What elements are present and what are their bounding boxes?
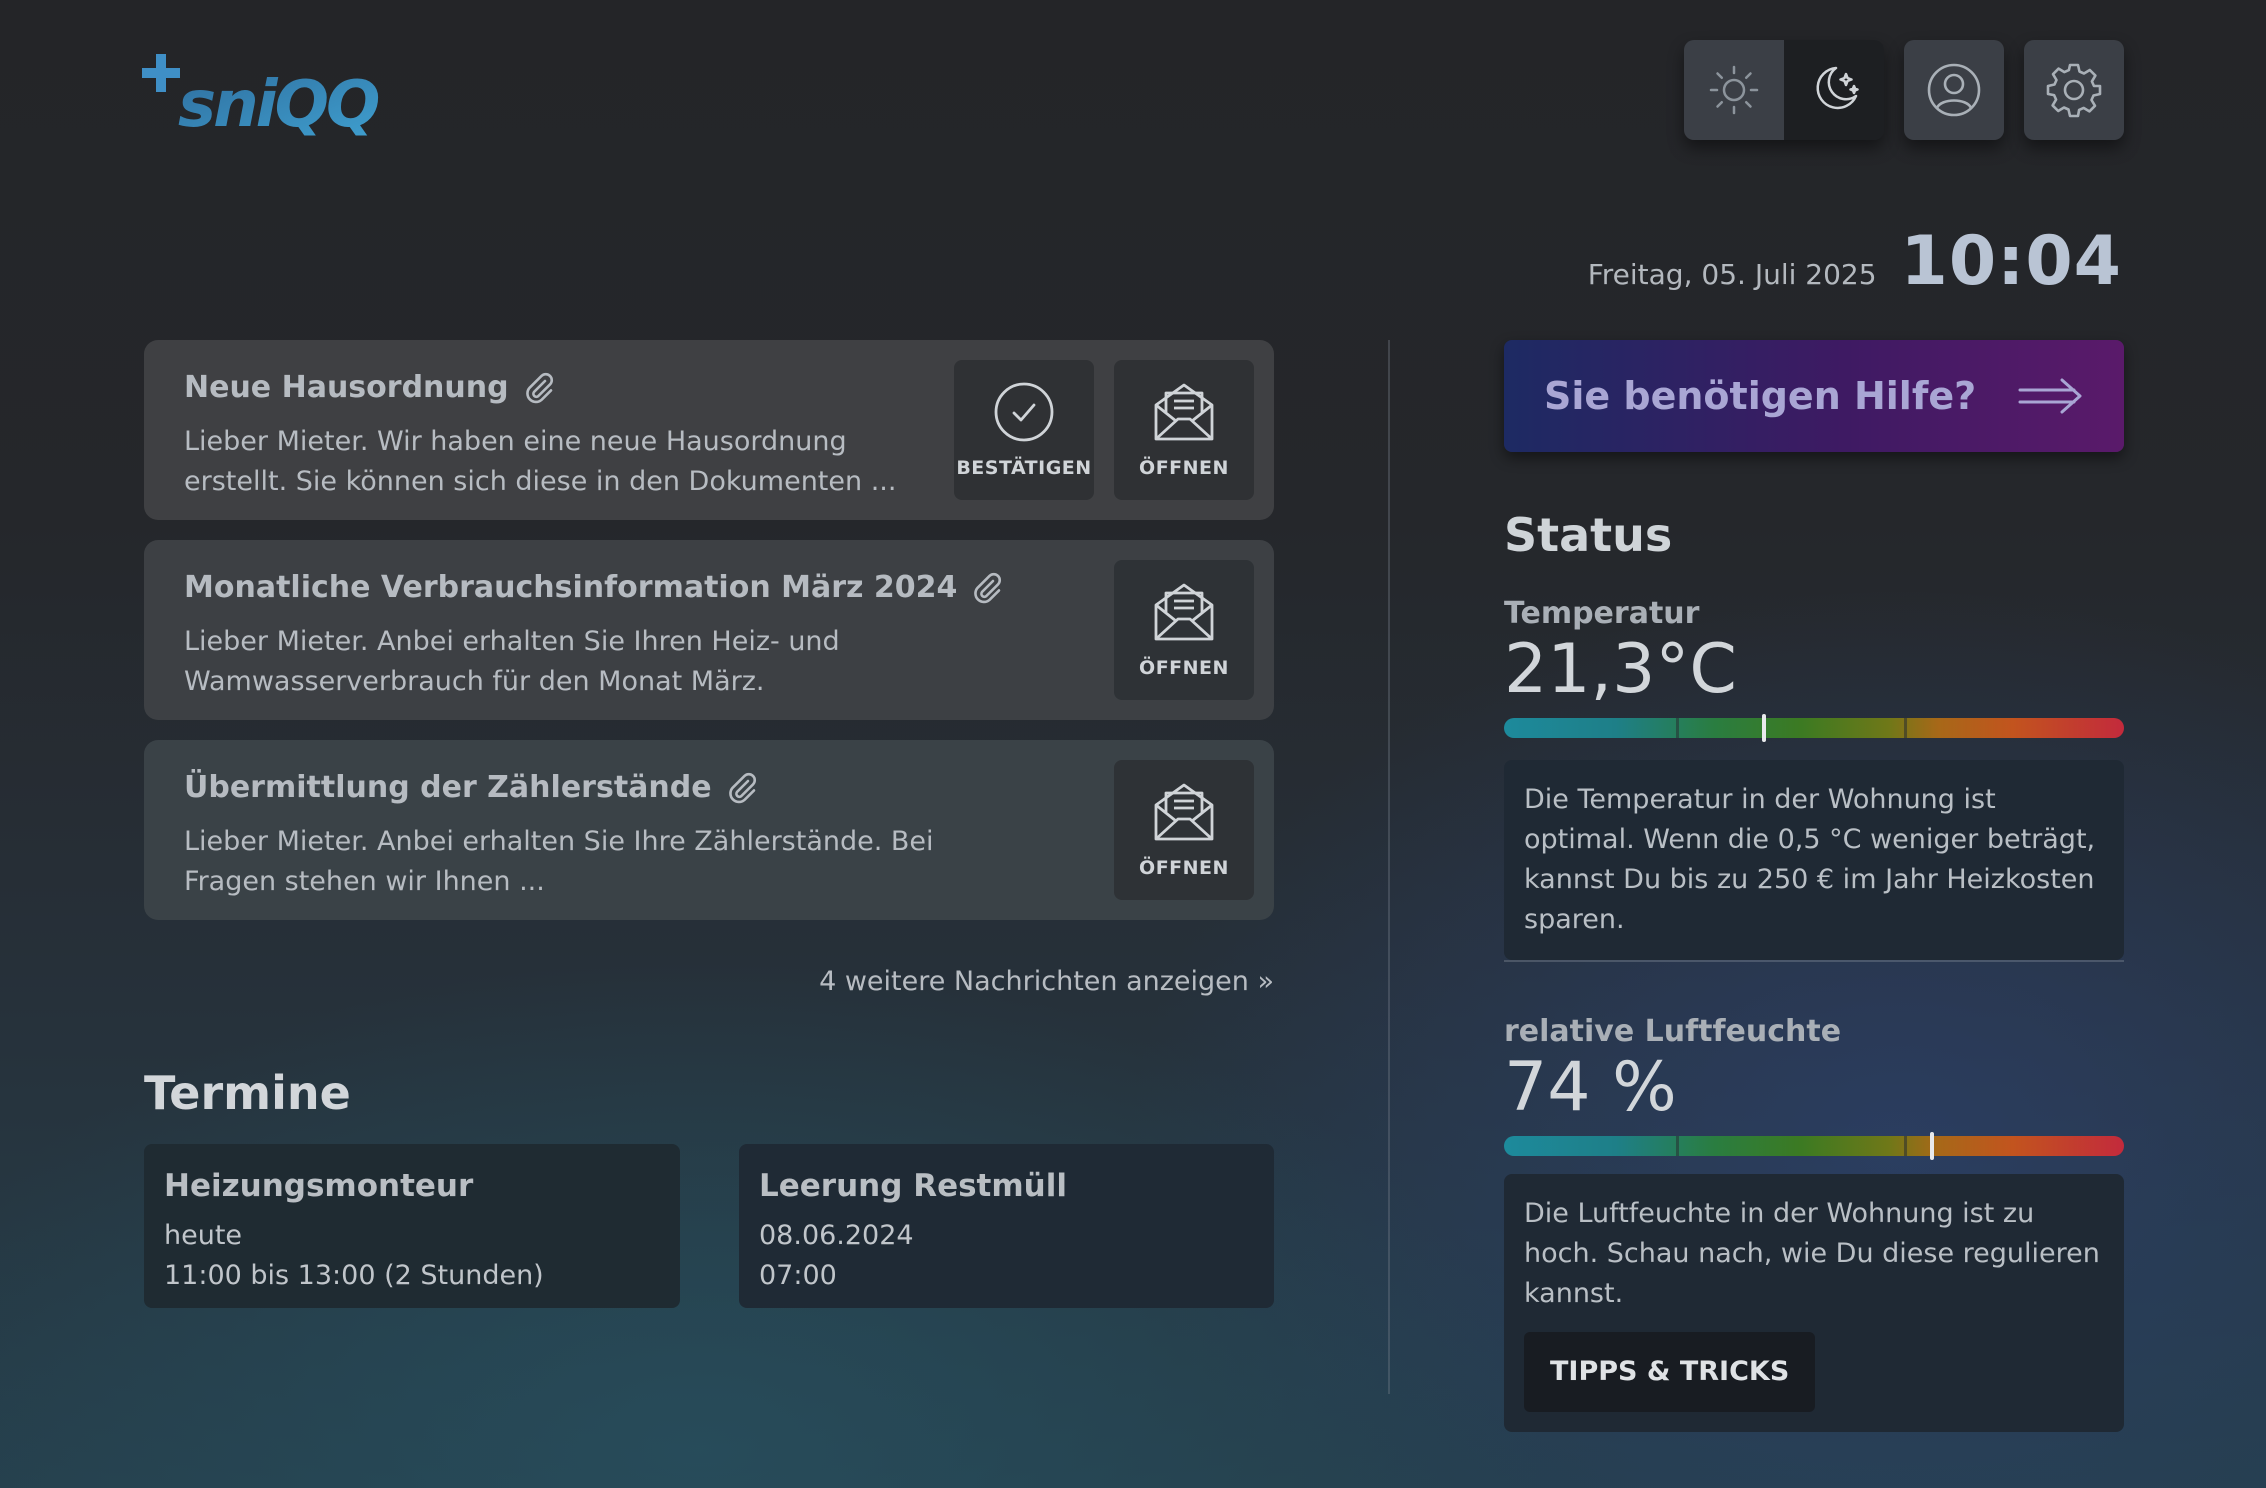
- open-button-label: ÖFFNEN: [1139, 857, 1229, 879]
- appointment-date: 08.06.2024: [759, 1220, 914, 1251]
- tips-tricks-button[interactable]: TIPPS & TRICKS: [1524, 1332, 1816, 1412]
- message-card[interactable]: Übermittlung der Zählerstände Lieber Mie…: [144, 740, 1274, 920]
- column-divider: [1388, 340, 1390, 1394]
- settings-button[interactable]: [2024, 40, 2124, 140]
- user-profile-button[interactable]: [1904, 40, 2004, 140]
- check-circle-icon: [994, 382, 1054, 442]
- message-title: Übermittlung der Zählerstände: [184, 770, 760, 805]
- humidity-value: 74 %: [1504, 1048, 1677, 1127]
- envelope-open-icon: [1154, 583, 1214, 641]
- help-button-label: Sie benötigen Hilfe?: [1544, 374, 1977, 418]
- moon-icon: [1816, 66, 1859, 110]
- confirm-button-label: BESTÄTIGEN: [956, 457, 1092, 479]
- envelope-open-icon: [1154, 383, 1214, 441]
- appointment-time: 07:00: [759, 1260, 837, 1291]
- appointment-card[interactable]: Heizungsmonteur heute 11:00 bis 13:00 (2…: [144, 1144, 680, 1308]
- temperature-info: Die Temperatur in der Wohnung ist optima…: [1504, 760, 2124, 960]
- light-mode-button[interactable]: [1684, 40, 1784, 140]
- datetime-display: Freitag, 05. Juli 2025 10:04: [1588, 222, 2122, 301]
- status-divider: [1504, 960, 2124, 962]
- paperclip-icon: [974, 572, 1002, 603]
- confirm-button[interactable]: BESTÄTIGEN: [954, 360, 1094, 500]
- humidity-gauge-marker: [1929, 1132, 1934, 1160]
- message-card[interactable]: Monatliche Verbrauchsinformation März 20…: [144, 540, 1274, 720]
- arrow-right-icon: [2018, 378, 2082, 414]
- message-preview: Lieber Mieter. Wir haben eine neue Hauso…: [184, 426, 897, 497]
- humidity-gauge: [1504, 1132, 2124, 1160]
- temperature-gauge: [1504, 714, 2124, 742]
- humidity-label: relative Luftfeuchte: [1504, 1014, 1842, 1049]
- humidity-info: Die Luftfeuchte in der Wohnung ist zu ho…: [1524, 1198, 2100, 1309]
- dark-mode-button[interactable]: [1784, 40, 1884, 140]
- current-time: 10:04: [1900, 222, 2122, 301]
- theme-toggle: [1684, 40, 1884, 140]
- open-button-label: ÖFFNEN: [1139, 457, 1229, 479]
- help-button[interactable]: Sie benötigen Hilfe?: [1504, 340, 2124, 452]
- appointments-heading: Termine: [144, 1066, 351, 1120]
- temperature-label: Temperatur: [1504, 596, 1700, 631]
- sun-icon: [1709, 65, 1759, 115]
- envelope-open-icon: [1154, 783, 1214, 841]
- paperclip-icon: [728, 772, 756, 803]
- appointment-title: Heizungsmonteur: [164, 1168, 474, 1204]
- message-preview: Lieber Mieter. Anbei erhalten Sie Ihre Z…: [184, 826, 934, 897]
- temperature-value: 21,3°C: [1504, 630, 1737, 709]
- open-button[interactable]: ÖFFNEN: [1114, 760, 1254, 900]
- temperature-gauge-marker: [1762, 714, 1767, 742]
- message-title: Neue Hausordnung: [184, 370, 557, 405]
- appointment-title: Leerung Restmüll: [759, 1168, 1068, 1204]
- current-date: Freitag, 05. Juli 2025: [1587, 258, 1877, 291]
- appointment-date: heute: [164, 1220, 243, 1251]
- more-messages-link[interactable]: 4 weitere Nachrichten anzeigen »: [819, 966, 1274, 997]
- open-button[interactable]: ÖFFNEN: [1114, 560, 1254, 700]
- open-button[interactable]: ÖFFNEN: [1114, 360, 1254, 500]
- sniqq-logo: sniQQ: [142, 54, 382, 142]
- message-title: Monatliche Verbrauchsinformation März 20…: [184, 570, 1005, 605]
- appointment-time: 11:00 bis 13:00 (2 Stunden): [164, 1260, 544, 1291]
- paperclip-icon: [525, 372, 553, 403]
- gear-icon: [2046, 63, 2102, 118]
- status-heading: Status: [1504, 508, 1673, 562]
- user-icon: [1927, 63, 1981, 117]
- appointment-card[interactable]: Leerung Restmüll 08.06.2024 07:00: [739, 1144, 1274, 1308]
- message-preview: Lieber Mieter. Anbei erhalten Sie Ihren …: [184, 626, 840, 697]
- message-card[interactable]: Neue Hausordnung Lieber Mieter. Wir habe…: [144, 340, 1274, 520]
- svg-text:sniQQ: sniQQ: [178, 68, 379, 142]
- open-button-label: ÖFFNEN: [1139, 657, 1229, 679]
- humidity-info-box: Die Luftfeuchte in der Wohnung ist zu ho…: [1504, 1174, 2124, 1432]
